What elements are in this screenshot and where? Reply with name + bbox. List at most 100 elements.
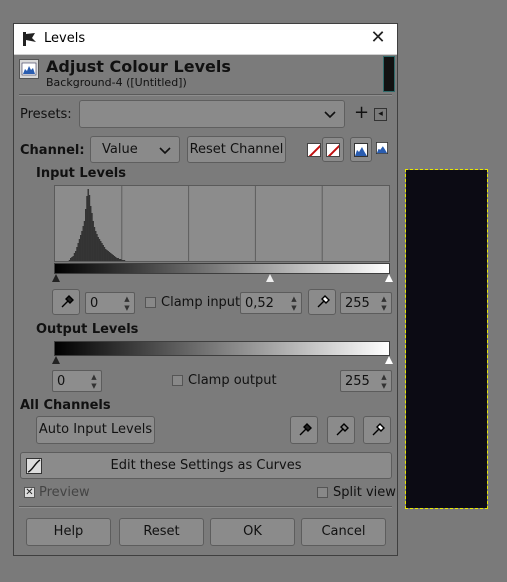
increment-icon[interactable]: ▲ (289, 295, 299, 303)
input-high-handle[interactable] (385, 274, 393, 282)
layer-thumbnail (383, 56, 395, 92)
black-point-picker[interactable] (290, 416, 318, 444)
gray-point-picker[interactable] (327, 416, 355, 444)
histogram-bin (111, 254, 113, 261)
histogram-bin (82, 226, 84, 261)
input-low-handle[interactable] (52, 274, 60, 282)
histogram-bin (73, 253, 76, 261)
histogram-bin (113, 256, 116, 261)
eyedropper-icon (336, 423, 349, 436)
decrement-icon[interactable]: ▼ (89, 382, 99, 390)
histogram-bin (103, 247, 106, 261)
eyedropper-icon (61, 295, 74, 308)
chevron-down-icon (159, 147, 171, 155)
histogram-bin (112, 255, 114, 261)
histogram-bin (70, 258, 72, 261)
channel-dropdown[interactable]: Value (90, 136, 180, 163)
auto-input-levels-button[interactable]: Auto Input Levels (36, 416, 155, 444)
decrement-icon[interactable]: ▼ (379, 382, 389, 390)
output-levels-gradient[interactable] (54, 341, 390, 356)
dialog-heading: Adjust Colour Levels (46, 57, 231, 76)
reset-channel-button[interactable]: Reset Channel (187, 136, 286, 163)
histogram-bin (80, 235, 82, 261)
increment-icon[interactable]: ▲ (379, 373, 389, 381)
white-point-picker[interactable] (363, 416, 391, 444)
input-high-spinner[interactable]: 255 ▲ ▼ (340, 292, 392, 314)
histogram-bin (107, 251, 109, 261)
eyedropper-icon (372, 423, 385, 436)
chevron-down-icon (324, 111, 336, 119)
split-view-checkbox[interactable] (317, 487, 328, 498)
decrement-icon[interactable]: ▼ (122, 304, 132, 312)
dialog-subheading: Background-4 ([Untitled]) (46, 76, 187, 89)
preset-menu-icon[interactable]: ◂ (374, 108, 387, 121)
levels-dialog: Levels ✕ Adjust Colour Levels Background… (13, 23, 398, 556)
clamp-output-checkbox[interactable] (172, 375, 183, 386)
log-histogram-button[interactable] (322, 137, 344, 162)
input-gamma-handle[interactable] (266, 274, 274, 282)
histogram-linear-mode-button[interactable] (350, 137, 372, 162)
input-gamma-spinner[interactable]: 0,52 ▲ ▼ (240, 292, 302, 314)
histogram-bin (91, 213, 93, 261)
histogram-bin (117, 258, 119, 261)
histogram-bin (95, 231, 97, 261)
histogram-bin (106, 250, 108, 261)
histogram-log-mode-icon[interactable] (376, 142, 388, 154)
histogram-bin (81, 231, 83, 261)
histogram-bin (122, 260, 124, 261)
histogram-bin (78, 239, 81, 261)
preview-checkbox[interactable]: ✕ (24, 487, 35, 498)
histogram-view (54, 185, 390, 262)
histogram-bin (110, 253, 112, 261)
add-preset-button[interactable]: + (354, 104, 369, 122)
histogram-bin (116, 258, 118, 261)
preview-label: Preview (39, 485, 90, 500)
increment-icon[interactable]: ▲ (122, 295, 132, 303)
increment-icon[interactable]: ▲ (379, 295, 389, 303)
output-high-value: 255 (345, 374, 370, 389)
image-canvas-preview (405, 169, 488, 509)
curves-icon (26, 458, 42, 474)
reset-button[interactable]: Reset (119, 518, 204, 546)
histogram-bin (72, 256, 74, 261)
help-button[interactable]: Help (26, 518, 111, 546)
presets-label: Presets: (20, 107, 72, 122)
output-low-spinner[interactable]: 0 ▲ ▼ (52, 370, 102, 392)
window-title: Levels (44, 31, 86, 46)
histogram-bin (86, 196, 88, 261)
channel-label: Channel: (20, 143, 85, 158)
input-low-spinner[interactable]: 0 ▲ ▼ (85, 292, 135, 314)
histogram-bin (97, 237, 99, 261)
input-levels-gradient[interactable] (54, 263, 390, 274)
output-high-handle[interactable] (385, 356, 393, 364)
increment-icon[interactable]: ▲ (89, 373, 99, 381)
histogram-bin (96, 234, 98, 261)
edit-as-curves-label: Edit these Settings as Curves (110, 458, 302, 473)
header-separator (19, 94, 392, 96)
presets-dropdown[interactable] (79, 100, 345, 128)
histogram-plot (68, 186, 323, 261)
decrement-icon[interactable]: ▼ (379, 304, 389, 312)
histogram-bin (88, 195, 91, 261)
clamp-output-label: Clamp output (188, 373, 277, 388)
close-icon[interactable]: ✕ (367, 27, 389, 49)
histogram-bin (118, 259, 121, 261)
cancel-button[interactable]: Cancel (301, 518, 386, 546)
histogram-bin (85, 209, 87, 261)
input-black-point-picker[interactable] (52, 289, 80, 315)
decrement-icon[interactable]: ▼ (289, 304, 299, 312)
histogram-bin (90, 206, 92, 261)
edit-as-curves-button[interactable]: Edit these Settings as Curves (20, 452, 392, 479)
histogram-bin (75, 251, 77, 261)
histogram-bin (123, 260, 126, 261)
output-levels-heading: Output Levels (36, 322, 139, 337)
input-white-point-picker[interactable] (308, 289, 336, 315)
title-bar: Levels ✕ (14, 24, 397, 55)
ok-button[interactable]: OK (210, 518, 295, 546)
output-high-spinner[interactable]: 255 ▲ ▼ (340, 370, 392, 392)
histogram-bin (92, 221, 94, 261)
output-low-handle[interactable] (52, 356, 60, 364)
histogram-bin (100, 241, 102, 261)
linear-histogram-icon[interactable] (307, 143, 321, 157)
clamp-input-checkbox[interactable] (145, 297, 156, 308)
